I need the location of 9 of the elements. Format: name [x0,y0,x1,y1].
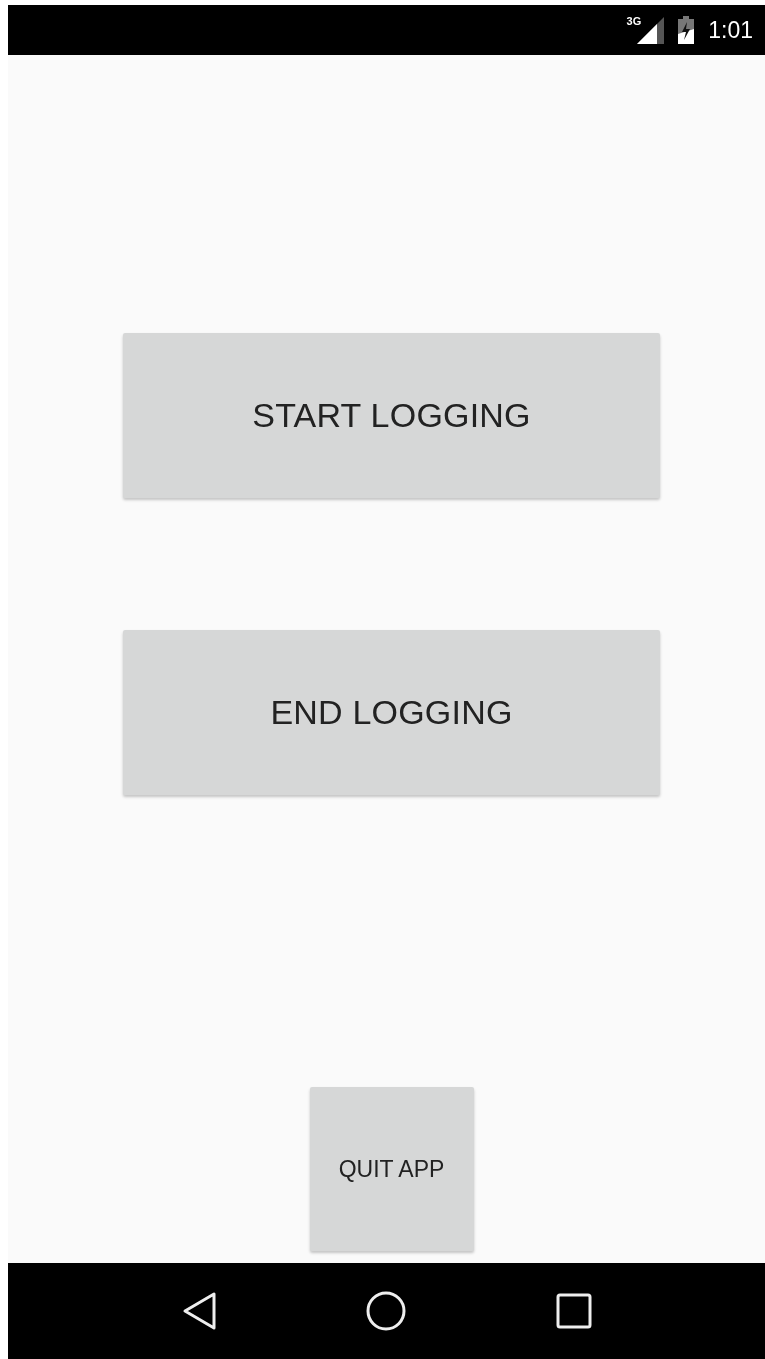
battery-icon [678,16,695,44]
logging-button[interactable]: END LOGGING [123,630,660,795]
clock: 1:01 [708,16,753,44]
recents-icon[interactable] [555,1293,592,1329]
home-icon[interactable] [365,1291,406,1331]
logging-button[interactable]: START LOGGING [123,333,660,498]
quit-button[interactable]: QUIT APP [309,1087,474,1251]
network-type: 3G [626,14,642,27]
back-icon[interactable] [181,1291,216,1331]
